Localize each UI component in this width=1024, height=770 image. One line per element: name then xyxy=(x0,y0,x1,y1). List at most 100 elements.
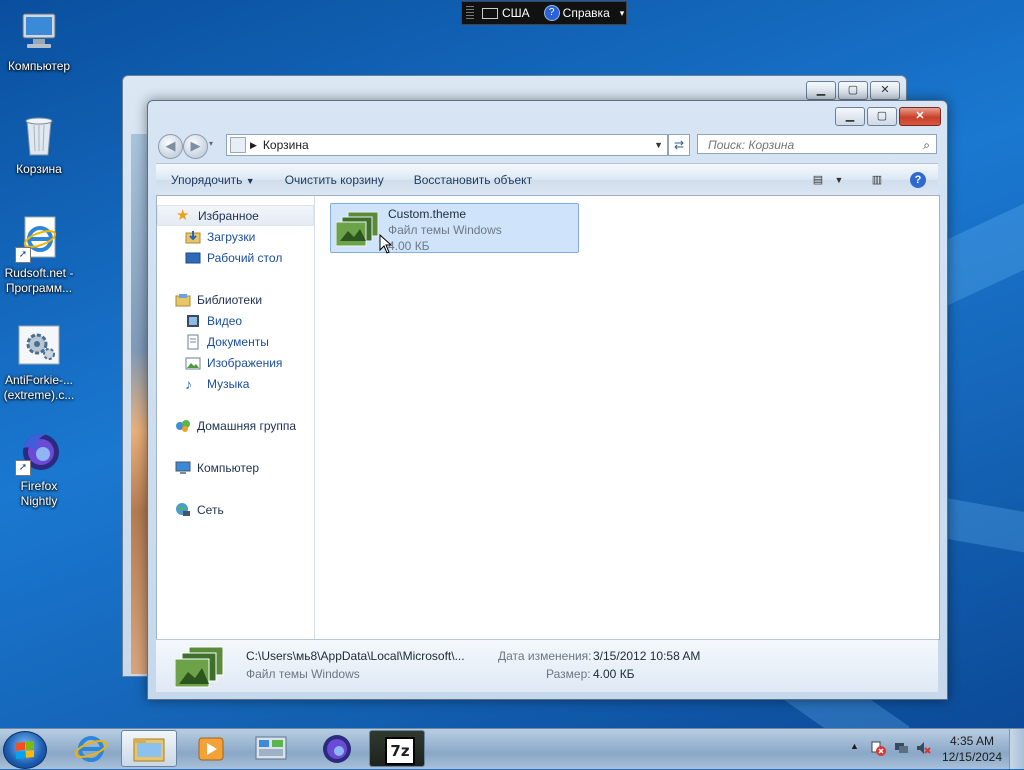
recycle-bin-icon xyxy=(230,137,246,153)
maximize-button[interactable]: ▢ xyxy=(867,107,897,126)
chevron-down-icon[interactable]: ▼ xyxy=(831,172,847,188)
desktop-icon-antiforkie[interactable]: AntiForkie-... (extreme).c... xyxy=(0,322,78,403)
forward-button[interactable]: ▶ xyxy=(183,134,208,159)
theme-file-icon xyxy=(335,211,380,247)
settings-file-icon xyxy=(15,322,63,370)
folder-icon xyxy=(133,738,165,762)
desktop-icon-rudsoft[interactable]: ➚ Rudsoft.net - Программ... xyxy=(0,215,78,296)
network-status-icon[interactable] xyxy=(893,740,909,756)
file-list[interactable]: Custom.theme Файл темы Windows 4.00 КБ xyxy=(315,196,939,639)
desktop-icon-label: Корзина xyxy=(16,162,62,176)
file-name: Custom.theme xyxy=(388,207,467,221)
taskbar-media-player[interactable] xyxy=(183,730,239,767)
recent-pages-icon[interactable]: ▾ xyxy=(209,139,213,148)
search-icon[interactable]: ⌕ xyxy=(923,138,930,153)
maximize-button[interactable]: ▢ xyxy=(838,81,868,100)
documents-icon xyxy=(185,334,201,350)
downloads-folder-icon xyxy=(185,229,201,245)
nav-label: Библиотеки xyxy=(197,292,263,307)
minimize-button[interactable]: ▁ xyxy=(835,107,865,126)
nav-label: Загрузки xyxy=(207,229,256,244)
nav-homegroup[interactable]: Домашняя группа xyxy=(157,415,332,436)
taskbar-firefox[interactable] xyxy=(309,730,365,767)
empty-recycle-bin-button[interactable]: Очистить корзину xyxy=(270,173,399,187)
back-button[interactable]: ◀ xyxy=(158,134,183,159)
star-icon: ★ xyxy=(176,206,190,224)
desktop-icon-label: AntiForkie-... (extreme).c... xyxy=(3,373,75,402)
search-box[interactable]: ⌕ xyxy=(697,134,937,154)
clock-time: 4:35 AM xyxy=(949,734,994,748)
nav-computer[interactable]: Компьютер xyxy=(157,457,332,478)
video-icon xyxy=(185,313,201,329)
nav-libraries[interactable]: Библиотеки xyxy=(157,289,332,310)
help-icon: ? xyxy=(543,5,560,21)
show-hidden-icons-button[interactable]: ▲ xyxy=(850,741,859,751)
language-indicator[interactable]: США xyxy=(502,6,530,20)
keyboard-icon xyxy=(482,7,498,19)
nav-label: Изображения xyxy=(207,355,283,370)
nav-label: Компьютер xyxy=(197,460,260,475)
command-bar: Упорядочить ▼ Очистить корзину Восстанов… xyxy=(156,163,938,196)
desktop-icon-label: Rudsoft.net - Программ... xyxy=(4,266,74,295)
file-item[interactable]: Custom.theme Файл темы Windows 4.00 КБ xyxy=(330,203,579,253)
help-icon[interactable]: ? xyxy=(910,171,926,188)
search-input[interactable] xyxy=(706,136,920,154)
nav-label: Рабочий стол xyxy=(207,250,283,265)
address-dropdown-icon[interactable]: ▼ xyxy=(654,140,663,150)
desktop-icon-firefox-nightly[interactable]: ➚ Firefox Nightly xyxy=(0,428,78,509)
minimize-button[interactable]: ▁ xyxy=(806,81,836,100)
breadcrumb-arrow-icon[interactable]: ▶ xyxy=(250,140,257,151)
explorer-window[interactable]: ▁ ▢ ✕ ◀ ▶ ▾ ▶ Корзина ▼ ⇄ ⌕ Упорядочить … xyxy=(147,100,948,700)
grip-handle[interactable] xyxy=(466,6,474,20)
details-type: Файл темы Windows xyxy=(246,667,360,681)
computer-icon xyxy=(15,8,63,56)
show-desktop-button[interactable] xyxy=(1009,729,1024,769)
preview-pane-icon[interactable]: ▥ xyxy=(869,172,885,188)
internet-explorer-icon: ➚ xyxy=(15,215,63,263)
windows-logo-icon xyxy=(16,741,34,759)
details-modified-value: 3/15/2012 10:58 AM xyxy=(593,649,701,663)
nav-label: Сеть xyxy=(197,502,224,517)
breadcrumb-item[interactable]: Корзина xyxy=(263,138,309,152)
details-size-label: Размер: xyxy=(546,667,591,681)
taskbar-internet-explorer[interactable] xyxy=(63,730,119,767)
music-icon: ♪ xyxy=(185,375,192,392)
nav-favorites[interactable]: ★ Избранное xyxy=(157,205,314,226)
firefox-icon xyxy=(323,735,351,763)
close-button[interactable]: ✕ xyxy=(870,81,900,100)
network-icon xyxy=(175,502,191,518)
taskbar: 7z ▲ 4:35 AM 12/15/2024 xyxy=(0,728,1024,769)
nav-label: Музыка xyxy=(207,376,250,391)
details-size-value: 4.00 КБ xyxy=(593,667,635,681)
taskbar-7zip[interactable]: 7z xyxy=(369,730,425,767)
volume-muted-icon[interactable] xyxy=(915,740,931,756)
control-panel-icon xyxy=(255,736,287,760)
close-button[interactable]: ✕ xyxy=(899,107,941,126)
taskbar-explorer[interactable] xyxy=(121,730,177,767)
desktop-icon-recycle-bin[interactable]: Корзина xyxy=(0,111,78,177)
nav-label: Избранное xyxy=(198,208,259,223)
action-center-icon[interactable] xyxy=(870,740,886,756)
nav-network[interactable]: Сеть xyxy=(157,499,332,520)
restore-item-button[interactable]: Восстановить объект xyxy=(399,173,547,187)
taskbar-control-panel[interactable] xyxy=(243,730,299,767)
langbar-options-icon[interactable]: ▾ xyxy=(620,8,625,19)
clock[interactable]: 4:35 AM 12/15/2024 xyxy=(942,733,1002,765)
computer-icon xyxy=(175,460,191,476)
content-area: ★ Избранное Загрузки Рабочий стол Библио… xyxy=(156,195,940,640)
view-options-icon[interactable]: ▤ xyxy=(810,172,826,188)
firefox-nightly-icon: ➚ xyxy=(15,428,63,476)
homegroup-icon xyxy=(175,418,191,434)
chevron-down-icon: ▼ xyxy=(245,175,255,186)
details-modified-label: Дата изменения: xyxy=(498,649,592,663)
details-pane: C:\Users\мь8\AppData\Local\Microsoft\...… xyxy=(156,639,938,692)
language-bar[interactable]: США ? Справка ▾ xyxy=(461,1,627,25)
start-button[interactable] xyxy=(3,731,47,769)
organize-menu[interactable]: Упорядочить ▼ xyxy=(156,173,270,187)
shortcut-arrow-icon: ➚ xyxy=(15,247,31,263)
desktop-icon-computer[interactable]: Компьютер xyxy=(0,8,78,74)
help-button[interactable]: Справка xyxy=(563,6,610,20)
refresh-button[interactable]: ⇄ xyxy=(668,134,690,156)
images-icon xyxy=(185,355,201,371)
address-bar[interactable]: ▶ Корзина ▼ xyxy=(226,134,668,156)
